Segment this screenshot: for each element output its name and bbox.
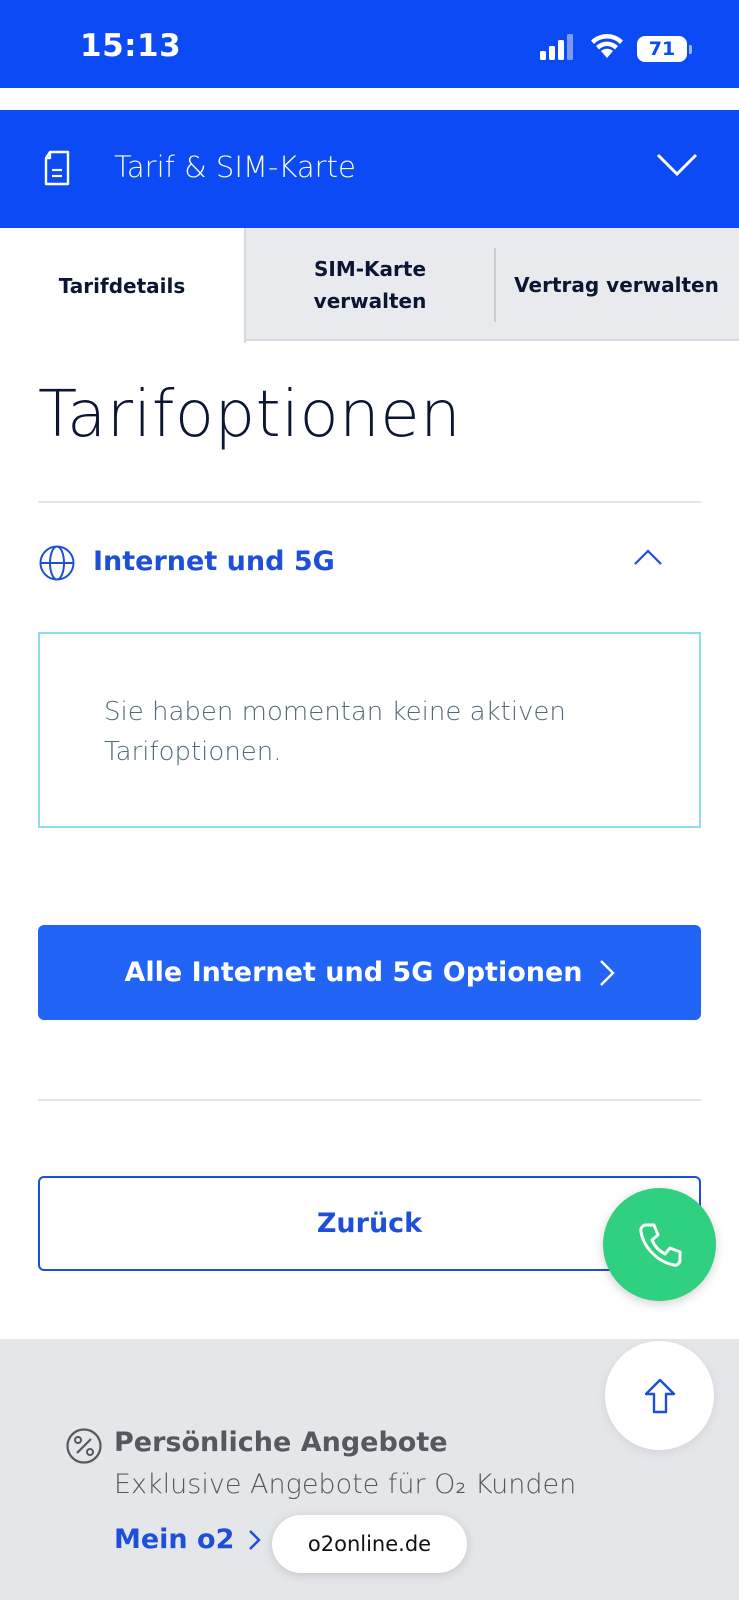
arrow-up-icon (644, 1378, 675, 1413)
browser-url: o2online.de (307, 1532, 432, 1556)
tab-bar: Tarifdetails SIM-Karte verwalten Vertrag… (0, 228, 739, 343)
scroll-to-top-button[interactable] (605, 1341, 714, 1450)
document-icon (44, 150, 70, 186)
tariff-dropdown[interactable]: Tarif & SIM-Karte (0, 110, 739, 228)
battery-level: 71 (648, 38, 676, 60)
info-text: Sie haben momentan keine aktiven Tarifop… (104, 697, 566, 768)
percent-icon (66, 1428, 102, 1464)
divider (38, 1099, 701, 1101)
browser-url-pill[interactable]: o2online.de (272, 1515, 467, 1573)
all-internet-5g-options-button[interactable]: Alle Internet und 5G Optionen (38, 925, 701, 1020)
status-bar: 15:13 71 (0, 0, 739, 88)
tab-sim-karte-label: SIM-Karte verwalten (313, 256, 427, 313)
call-button[interactable] (603, 1188, 716, 1301)
tab-vertrag-verwalten[interactable]: Vertrag verwalten (494, 228, 739, 341)
chevron-right-icon (249, 1529, 262, 1550)
back-button-label: Zurück (316, 1208, 423, 1239)
tariff-dropdown-title: Tarif & SIM-Karte (114, 150, 356, 184)
divider (38, 501, 701, 503)
signal-icon (540, 34, 573, 60)
accordion-label: Internet und 5G (93, 546, 335, 577)
chevron-up-icon (634, 549, 662, 565)
battery-icon: 71 (637, 36, 692, 62)
mein-o2-link[interactable]: Mein o2 (114, 1524, 262, 1555)
header-gap (0, 88, 739, 110)
page-title: Tarifoptionen (38, 378, 462, 452)
phone-icon (638, 1223, 681, 1267)
chevron-down-icon (656, 153, 698, 177)
tab-sim-karte-verwalten[interactable]: SIM-Karte verwalten (246, 228, 494, 341)
offers-subtitle: Exklusive Angebote für O₂ Kunden (114, 1469, 577, 1500)
back-button[interactable]: Zurück (38, 1176, 701, 1271)
status-time: 15:13 (80, 28, 182, 64)
info-box: Sie haben momentan keine aktiven Tarifop… (38, 632, 701, 828)
wifi-icon (591, 34, 623, 58)
mein-o2-label: Mein o2 (114, 1524, 235, 1555)
tab-tarifdetails[interactable]: Tarifdetails (0, 228, 246, 343)
globe-icon (39, 545, 75, 581)
accordion-internet-5g[interactable]: Internet und 5G (38, 538, 701, 590)
offers-title: Persönliche Angebote (114, 1427, 448, 1458)
chevron-right-icon (599, 959, 615, 986)
primary-button-label: Alle Internet und 5G Optionen (124, 957, 583, 988)
